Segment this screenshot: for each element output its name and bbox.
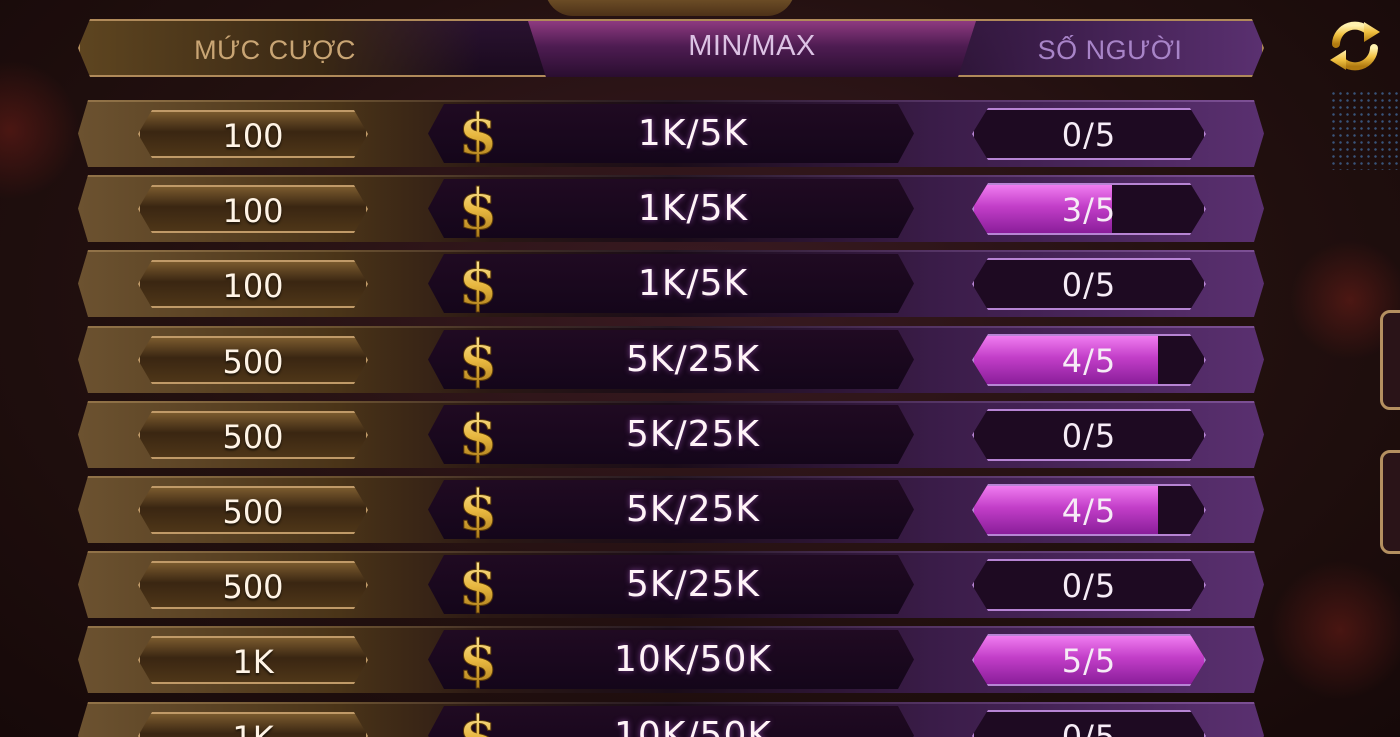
bet-amount: 100 xyxy=(138,110,368,158)
bet-amount: 500 xyxy=(138,336,368,384)
players-progress: 3/5 xyxy=(972,183,1206,235)
players-progress: 5/5 xyxy=(972,634,1206,686)
side-tab-upper[interactable] xyxy=(1380,310,1400,410)
dollar-icon: $ xyxy=(456,330,500,390)
svg-text:$: $ xyxy=(459,405,498,465)
players-progress: 4/5 xyxy=(972,334,1206,386)
players-progress: 0/5 xyxy=(972,710,1206,737)
svg-text:$: $ xyxy=(459,480,498,540)
room-row[interactable]: 500 $ 5K/25K 4/5 xyxy=(78,476,1264,543)
bet-amount: 500 xyxy=(138,411,368,459)
room-row[interactable]: 100 $ 1K/5K 0/5 xyxy=(78,250,1264,317)
side-tab-lower[interactable] xyxy=(1380,450,1400,554)
header-players-label: SỐ NGƯỜI xyxy=(1037,35,1183,65)
players-count: 3/5 xyxy=(1061,191,1117,229)
players-count: 0/5 xyxy=(1061,718,1117,737)
minmax-value: 5K/25K xyxy=(625,414,761,455)
bet-amount: 1K xyxy=(138,712,368,737)
room-row[interactable]: 1K $ 10K/50K 5/5 xyxy=(78,626,1264,693)
svg-text:$: $ xyxy=(459,104,498,164)
dollar-icon: $ xyxy=(456,630,500,690)
dollar-icon: $ xyxy=(456,706,500,737)
bet-amount: 1K xyxy=(138,636,368,684)
refresh-icon xyxy=(1330,21,1380,71)
minmax-value: 5K/25K xyxy=(625,564,761,605)
room-row[interactable]: 1K $ 10K/50K 0/5 xyxy=(78,702,1264,737)
bet-amount: 100 xyxy=(138,260,368,308)
firework-decoration xyxy=(1330,90,1400,170)
room-row[interactable]: 500 $ 5K/25K 0/5 xyxy=(78,401,1264,468)
svg-text:$: $ xyxy=(459,330,498,390)
dollar-icon: $ xyxy=(456,104,500,164)
refresh-button[interactable] xyxy=(1326,18,1384,74)
dollar-icon: $ xyxy=(456,179,500,239)
dollar-icon: $ xyxy=(456,555,500,615)
players-progress: 4/5 xyxy=(972,484,1206,536)
minmax-value: 5K/25K xyxy=(625,339,761,380)
background-lantern xyxy=(0,60,80,200)
room-row[interactable]: 500 $ 5K/25K 4/5 xyxy=(78,326,1264,393)
dollar-icon: $ xyxy=(456,405,500,465)
bet-amount: 500 xyxy=(138,561,368,609)
room-row[interactable]: 500 $ 5K/25K 0/5 xyxy=(78,551,1264,618)
minmax-value: 10K/50K xyxy=(614,639,772,680)
svg-text:$: $ xyxy=(459,254,498,314)
svg-text:$: $ xyxy=(459,179,498,239)
players-count: 4/5 xyxy=(1061,492,1117,530)
minmax-value: 1K/5K xyxy=(637,113,749,154)
players-progress: 0/5 xyxy=(972,258,1206,310)
svg-text:$: $ xyxy=(459,555,498,615)
minmax-value: 1K/5K xyxy=(637,263,749,304)
minmax-value: 5K/25K xyxy=(625,489,761,530)
table-header: MỨC CƯỢC MIN/MAX SỐ NGƯỜI xyxy=(78,19,1264,77)
players-progress: 0/5 xyxy=(972,108,1206,160)
players-count: 0/5 xyxy=(1061,266,1117,304)
background-lantern xyxy=(1270,560,1400,700)
header-minmax-label: MIN/MAX xyxy=(688,30,816,62)
svg-text:$: $ xyxy=(459,706,498,737)
header-bet-label: MỨC CƯỢC xyxy=(194,35,356,65)
room-row[interactable]: 100 $ 1K/5K 0/5 xyxy=(78,100,1264,167)
players-count: 5/5 xyxy=(1061,642,1117,680)
dollar-icon: $ xyxy=(456,254,500,314)
players-count: 4/5 xyxy=(1061,342,1117,380)
players-progress: 0/5 xyxy=(972,559,1206,611)
players-count: 0/5 xyxy=(1061,116,1117,154)
players-count: 0/5 xyxy=(1061,417,1117,455)
bet-amount: 500 xyxy=(138,486,368,534)
room-row[interactable]: 100 $ 1K/5K 3/5 xyxy=(78,175,1264,242)
minmax-value: 10K/50K xyxy=(614,715,772,737)
bet-amount: 100 xyxy=(138,185,368,233)
svg-text:$: $ xyxy=(459,630,498,690)
title-ornament xyxy=(545,0,795,16)
minmax-value: 1K/5K xyxy=(637,188,749,229)
players-count: 0/5 xyxy=(1061,567,1117,605)
players-progress: 0/5 xyxy=(972,409,1206,461)
dollar-icon: $ xyxy=(456,480,500,540)
